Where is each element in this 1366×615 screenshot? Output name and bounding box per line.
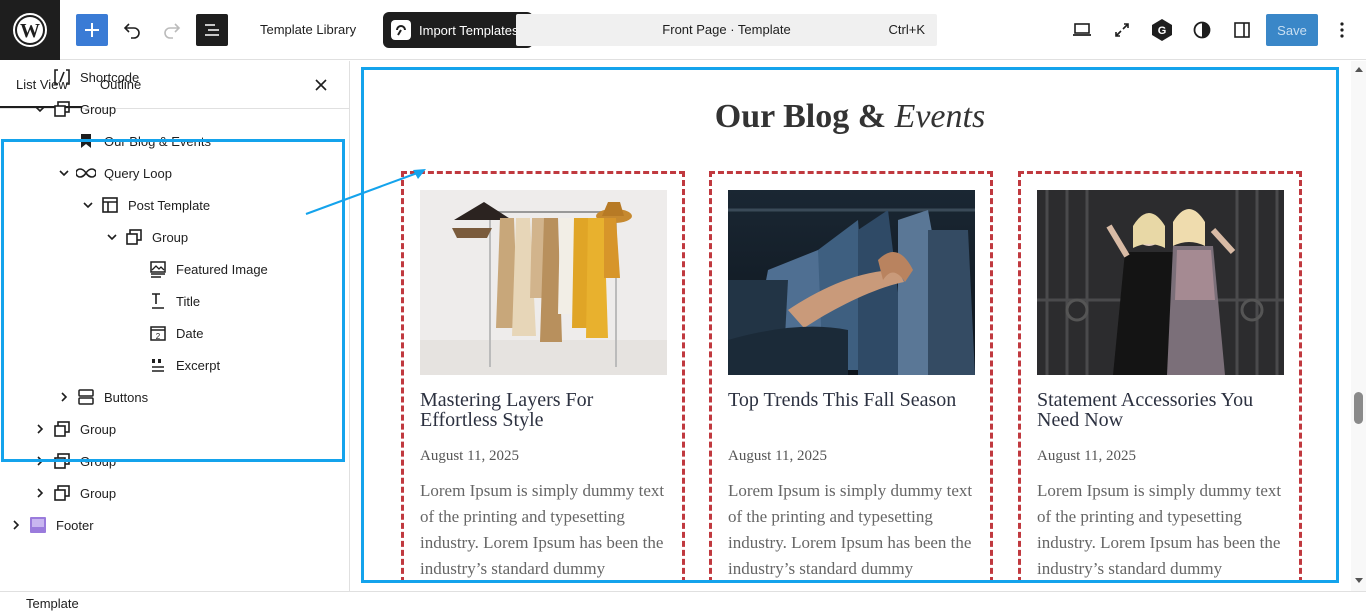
shortcode-icon — [52, 67, 72, 87]
clothes-rack-photo — [420, 190, 667, 375]
breadcrumb[interactable]: Template — [26, 596, 79, 611]
post-excerpt: Lorem Ipsum is simply dummy text of the … — [728, 481, 973, 578]
editor-canvas[interactable]: Our Blog & Events Mastering Layers For E… — [351, 61, 1351, 591]
undo-button[interactable] — [116, 14, 148, 46]
featured-image[interactable] — [420, 190, 667, 375]
post-card[interactable]: Statement Accessories You Need Now Augus… — [1018, 171, 1302, 580]
import-templates-label: Import Templates — [419, 22, 519, 38]
annotation-arrow — [305, 169, 426, 215]
chevron-right-icon[interactable] — [8, 517, 24, 533]
heading-main-text: Our Blog & — [714, 98, 887, 135]
group-icon — [52, 99, 72, 119]
status-bar: Template — [0, 591, 1366, 615]
document-overview-button[interactable] — [196, 14, 228, 46]
template-library-link[interactable]: Template Library — [260, 22, 356, 37]
wordpress-logo-icon[interactable]: W — [0, 0, 60, 60]
post-card[interactable]: Mastering Layers For Effortless Style Au… — [401, 171, 685, 580]
svg-text:G: G — [1158, 25, 1167, 37]
featured-image[interactable] — [1037, 190, 1284, 375]
post-title[interactable]: Top Trends This Fall Season — [728, 390, 978, 410]
heading-italic-text: Events — [894, 98, 986, 135]
two-women-fashion-photo — [1037, 190, 1284, 375]
post-title[interactable]: Statement Accessories You Need Now — [1037, 390, 1287, 430]
list-view-item-label: Shortcode — [80, 69, 140, 85]
plugin-g-icon[interactable]: G — [1150, 18, 1174, 42]
hand-on-hangers-photo — [728, 190, 975, 375]
more-options-icon[interactable] — [1330, 18, 1354, 42]
list-view-item[interactable]: Group — [0, 93, 348, 125]
plus-icon — [85, 23, 99, 37]
post-excerpt: Lorem Ipsum is simply dummy text of the … — [1037, 481, 1282, 578]
style-contrast-icon[interactable] — [1190, 18, 1214, 42]
list-view-item[interactable]: Footer — [0, 509, 348, 541]
post-excerpt: Lorem Ipsum is simply dummy text of the … — [420, 481, 665, 578]
desktop-view-icon[interactable] — [1070, 18, 1094, 42]
group-icon — [52, 483, 72, 503]
selection-highlight — [1, 139, 345, 462]
save-button[interactable]: Save — [1266, 14, 1318, 46]
redo-icon — [164, 23, 181, 39]
featured-image[interactable] — [728, 190, 975, 375]
add-block-button[interactable] — [76, 14, 108, 46]
scroll-thumb[interactable] — [1354, 392, 1363, 424]
list-view-item[interactable]: Group — [0, 477, 348, 509]
canvas-scrollbar[interactable] — [1351, 61, 1366, 591]
import-templates-button[interactable]: Import Templates — [383, 12, 533, 48]
post-title[interactable]: Mastering Layers For Effortless Style — [420, 390, 670, 430]
list-view-item-label: Group — [80, 101, 117, 117]
list-view-item-label: Footer — [56, 517, 94, 533]
undo-icon — [123, 23, 140, 39]
fullscreen-icon[interactable] — [1110, 18, 1134, 42]
redo-button[interactable] — [156, 14, 188, 46]
document-overview-icon — [205, 24, 219, 36]
scroll-up-icon[interactable] — [1354, 65, 1363, 73]
post-card[interactable]: Top Trends This Fall Season August 11, 2… — [709, 171, 993, 580]
command-palette-bar[interactable]: Front Page · Template Ctrl+K — [516, 14, 937, 46]
settings-sidebar-icon[interactable] — [1230, 18, 1254, 42]
chevron-down-icon[interactable] — [32, 101, 48, 117]
post-date: August 11, 2025 — [420, 448, 520, 464]
editor-header: W Template Library Import Templates Fron… — [0, 0, 1366, 60]
shortcut-hint: Ctrl+K — [888, 22, 925, 37]
selected-block-outline: Our Blog & Events Mastering Layers For E… — [361, 67, 1339, 583]
chevron-right-icon[interactable] — [32, 485, 48, 501]
post-date: August 11, 2025 — [1037, 448, 1137, 464]
post-date: August 11, 2025 — [728, 448, 828, 464]
blog-heading[interactable]: Our Blog & Events — [364, 98, 1336, 136]
svg-text:W: W — [20, 20, 40, 42]
footer-icon — [28, 515, 48, 535]
import-logo-icon — [391, 20, 411, 40]
list-view-item-label: Group — [80, 485, 117, 501]
list-view-item[interactable]: Shortcode — [0, 61, 348, 93]
scroll-down-icon[interactable] — [1354, 577, 1363, 585]
document-title: Front Page · Template — [662, 22, 791, 37]
